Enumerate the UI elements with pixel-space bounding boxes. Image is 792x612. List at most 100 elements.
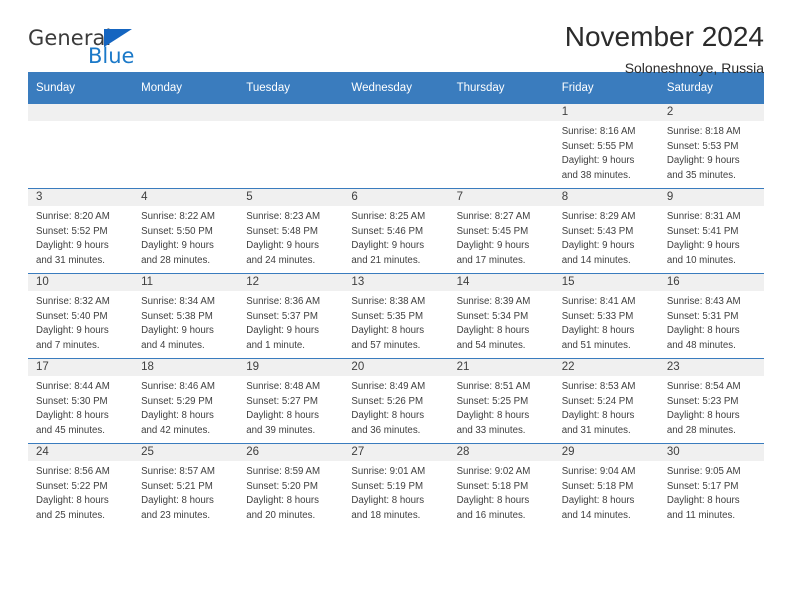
day-details <box>133 121 238 125</box>
day-detail-line: Sunset: 5:53 PM <box>666 140 739 152</box>
calendar-table: Sunday Monday Tuesday Wednesday Thursday… <box>28 72 764 528</box>
day-detail-line: Sunset: 5:52 PM <box>36 225 108 237</box>
day-detail-line: Sunrise: 8:59 AM <box>246 466 321 477</box>
day-details: Sunrise: 9:04 AM Sunset: 5:18 PM Daylight:… <box>554 461 659 524</box>
day-detail-line: and 4 minutes. <box>141 340 205 352</box>
calendar-day-cell[interactable]: 29 Sunrise: 9:04 AM Sunset: 5:18 PM Dayligh… <box>553 443 659 528</box>
day-detail-line: Sunset: 5:30 PM <box>36 395 108 407</box>
day-number: 9 <box>658 189 764 206</box>
calendar-day-cell[interactable]: 22 Sunrise: 8:53 AM Sunset: 5:24 PM Dayligh… <box>553 358 659 444</box>
calendar-day-cell[interactable]: 14 Sunrise: 8:39 AM Sunset: 5:34 PM Dayligh… <box>448 273 554 359</box>
day-number: 6 <box>343 189 449 206</box>
day-details: Sunrise: 8:44 AM Sunset: 5:30 PM Daylight:… <box>28 376 133 439</box>
calendar-day-cell[interactable]: 15 Sunrise: 8:41 AM Sunset: 5:33 PM Dayligh… <box>553 273 659 359</box>
calendar-day-cell[interactable]: 18 Sunrise: 8:46 AM Sunset: 5:29 PM Dayligh… <box>133 358 239 444</box>
day-detail-line: and 24 minutes. <box>246 255 316 267</box>
day-detail-line: Sunrise: 8:39 AM <box>456 296 531 307</box>
calendar-day-cell[interactable]: 20 Sunrise: 8:49 AM Sunset: 5:26 PM Dayligh… <box>343 358 449 444</box>
day-detail-line: Sunrise: 8:31 AM <box>666 211 741 222</box>
day-detail-line: Sunset: 5:23 PM <box>666 395 739 407</box>
calendar-day-cell[interactable]: 27 Sunrise: 9:01 AM Sunset: 5:19 PM Dayligh… <box>343 443 449 528</box>
calendar-day-cell[interactable]: 4 Sunrise: 8:22 AM Sunset: 5:50 PM Daylight… <box>133 188 239 274</box>
day-detail-line: Sunrise: 8:43 AM <box>666 296 741 307</box>
day-detail-line: and 25 minutes. <box>36 510 105 522</box>
day-detail-line: Sunrise: 8:23 AM <box>246 211 321 222</box>
calendar-week-row: 10 Sunrise: 8:32 AM Sunset: 5:40 PM Dayligh… <box>28 273 764 359</box>
day-detail-line: Sunrise: 8:18 AM <box>666 126 741 137</box>
calendar-day-cell[interactable]: 19 Sunrise: 8:48 AM Sunset: 5:27 PM Dayligh… <box>238 358 344 444</box>
day-details: Sunrise: 8:59 AM Sunset: 5:20 PM Daylight:… <box>238 461 343 524</box>
calendar-day-cell[interactable]: 5 Sunrise: 8:23 AM Sunset: 5:48 PM Daylight… <box>238 188 344 274</box>
calendar-day-cell[interactable]: 2 Sunrise: 8:18 AM Sunset: 5:53 PM Daylight… <box>658 104 764 189</box>
day-detail-line: Daylight: 9 hours <box>561 155 635 167</box>
calendar-day-cell[interactable]: 8 Sunrise: 8:29 AM Sunset: 5:43 PM Daylight… <box>553 188 659 274</box>
day-detail-line: Sunset: 5:55 PM <box>561 140 634 152</box>
day-detail-line: and 18 minutes. <box>351 510 421 522</box>
day-details: Sunrise: 8:16 AM Sunset: 5:55 PM Daylight:… <box>554 121 659 184</box>
day-detail-line: and 42 minutes. <box>141 425 211 437</box>
day-detail-line: and 28 minutes. <box>141 255 211 267</box>
calendar-day-cell[interactable]: 12 Sunrise: 8:36 AM Sunset: 5:37 PM Dayligh… <box>238 273 344 359</box>
calendar-day-cell[interactable]: 11 Sunrise: 8:34 AM Sunset: 5:38 PM Dayligh… <box>133 273 239 359</box>
calendar-day-cell[interactable]: 25 Sunrise: 8:57 AM Sunset: 5:21 PM Dayligh… <box>133 443 239 528</box>
day-detail-line: Daylight: 8 hours <box>456 325 530 337</box>
brand-logo[interactable]: General Blue <box>28 26 228 72</box>
day-number: 25 <box>133 444 239 461</box>
day-detail-line: and 1 minute. <box>246 340 305 352</box>
day-detail-line: Daylight: 9 hours <box>666 155 740 167</box>
day-number <box>238 104 344 121</box>
day-detail-line: Sunset: 5:41 PM <box>666 225 739 237</box>
day-number: 28 <box>448 444 554 461</box>
day-detail-line: Sunset: 5:24 PM <box>561 395 634 407</box>
day-details: Sunrise: 9:05 AM Sunset: 5:17 PM Daylight:… <box>659 461 764 524</box>
calendar-day-cell[interactable]: 6 Sunrise: 8:25 AM Sunset: 5:46 PM Daylight… <box>343 188 449 274</box>
calendar-day-cell[interactable]: 30 Sunrise: 9:05 AM Sunset: 5:17 PM Dayligh… <box>658 443 764 528</box>
day-detail-line: Sunrise: 8:57 AM <box>141 466 215 477</box>
calendar-day-cell-empty <box>133 104 239 189</box>
day-detail-line: and 7 minutes. <box>36 340 100 352</box>
calendar-day-cell[interactable]: 7 Sunrise: 8:27 AM Sunset: 5:45 PM Daylight… <box>448 188 554 274</box>
day-number: 21 <box>448 359 554 376</box>
day-details <box>238 121 343 125</box>
day-detail-line: Sunrise: 8:41 AM <box>561 296 636 307</box>
day-details <box>449 121 554 125</box>
calendar-day-cell[interactable]: 16 Sunrise: 8:43 AM Sunset: 5:31 PM Dayligh… <box>658 273 764 359</box>
day-detail-line: and 48 minutes. <box>666 340 736 352</box>
day-number: 18 <box>133 359 239 376</box>
day-detail-line: Daylight: 8 hours <box>246 495 319 507</box>
day-detail-line: Sunrise: 8:54 AM <box>666 381 741 392</box>
day-detail-line: Daylight: 8 hours <box>246 410 319 422</box>
calendar-day-cell[interactable]: 26 Sunrise: 8:59 AM Sunset: 5:20 PM Dayligh… <box>238 443 344 528</box>
day-detail-line: Daylight: 9 hours <box>561 240 635 252</box>
day-detail-line: Sunset: 5:18 PM <box>561 480 634 492</box>
day-detail-line: Sunset: 5:20 PM <box>246 480 318 492</box>
day-detail-line: and 23 minutes. <box>141 510 211 522</box>
day-details: Sunrise: 9:01 AM Sunset: 5:19 PM Daylight:… <box>343 461 448 524</box>
calendar-day-cell[interactable]: 17 Sunrise: 8:44 AM Sunset: 5:30 PM Dayligh… <box>28 358 134 444</box>
weekday-header-tuesday: Tuesday <box>238 72 344 104</box>
day-detail-line: Sunset: 5:48 PM <box>246 225 318 237</box>
calendar-day-cell[interactable]: 28 Sunrise: 9:02 AM Sunset: 5:18 PM Dayligh… <box>448 443 554 528</box>
calendar-day-cell[interactable]: 13 Sunrise: 8:38 AM Sunset: 5:35 PM Dayligh… <box>343 273 449 359</box>
calendar-day-cell[interactable]: 21 Sunrise: 8:51 AM Sunset: 5:25 PM Dayligh… <box>448 358 554 444</box>
day-details: Sunrise: 8:20 AM Sunset: 5:52 PM Daylight:… <box>28 206 133 269</box>
day-detail-line: Sunrise: 8:44 AM <box>36 381 110 392</box>
day-details: Sunrise: 8:54 AM Sunset: 5:23 PM Daylight:… <box>659 376 764 439</box>
day-number <box>448 104 554 121</box>
day-detail-line: Sunset: 5:33 PM <box>561 310 634 322</box>
day-details: Sunrise: 8:39 AM Sunset: 5:34 PM Daylight:… <box>449 291 554 354</box>
calendar-day-cell[interactable]: 10 Sunrise: 8:32 AM Sunset: 5:40 PM Dayligh… <box>28 273 134 359</box>
day-number: 10 <box>28 274 134 291</box>
calendar-day-cell[interactable]: 9 Sunrise: 8:31 AM Sunset: 5:41 PM Daylight… <box>658 188 764 274</box>
calendar-day-cell[interactable]: 1 Sunrise: 8:16 AM Sunset: 5:55 PM Daylight… <box>553 104 659 189</box>
day-detail-line: and 57 minutes. <box>351 340 421 352</box>
day-detail-line: Sunrise: 9:02 AM <box>456 466 531 477</box>
day-number: 29 <box>553 444 659 461</box>
calendar-day-cell[interactable]: 3 Sunrise: 8:20 AM Sunset: 5:52 PM Daylight… <box>28 188 134 274</box>
calendar-day-cell[interactable]: 24 Sunrise: 8:56 AM Sunset: 5:22 PM Dayligh… <box>28 443 134 528</box>
day-number: 1 <box>553 104 659 121</box>
day-number: 30 <box>658 444 764 461</box>
day-detail-line: Daylight: 8 hours <box>561 495 635 507</box>
day-detail-line: Daylight: 9 hours <box>456 240 530 252</box>
calendar-day-cell[interactable]: 23 Sunrise: 8:54 AM Sunset: 5:23 PM Dayligh… <box>658 358 764 444</box>
